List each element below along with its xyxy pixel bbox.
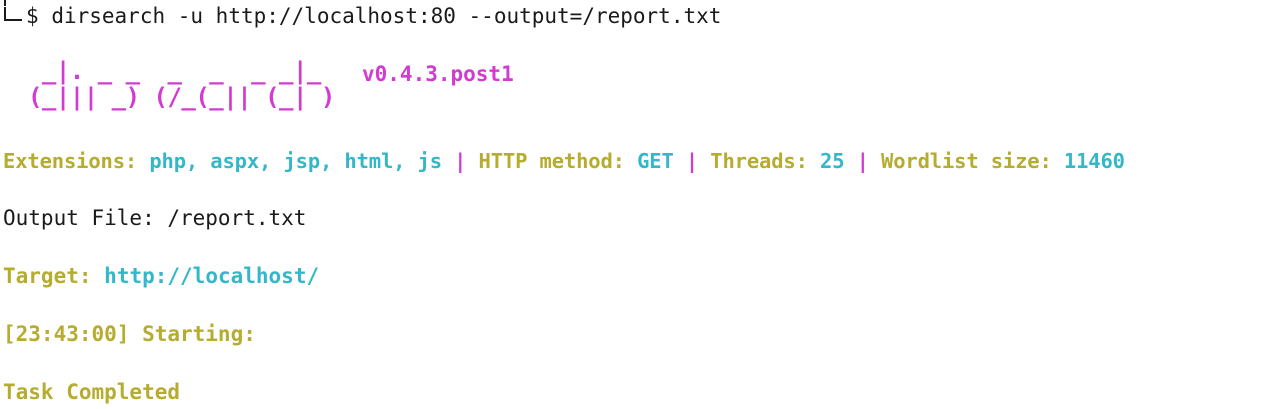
- command-line: $ dirsearch -u http://localhost:80 --out…: [4, 4, 721, 28]
- prompt-corner-icon: [4, 7, 22, 21]
- dirsearch-ascii-logo: _|. _ _ _ _ _ _|_ (_||| _) (/_(_|| (_| ): [27, 57, 335, 111]
- terminal-window[interactable]: $ dirsearch -u http://localhost:80 --out…: [0, 0, 1280, 409]
- threads-label: Threads:: [710, 149, 808, 173]
- extensions-value: php, aspx, jsp, html, js: [149, 149, 442, 173]
- config-line: Extensions: php, aspx, jsp, html, js | H…: [3, 149, 1125, 173]
- command-text: dirsearch -u http://localhost:80 --outpu…: [51, 4, 722, 28]
- target-line: Target: http://localhost/: [3, 264, 319, 288]
- target-url: http://localhost/: [104, 264, 320, 288]
- task-completed-line: Task Completed: [3, 380, 181, 404]
- threads-value: 25: [820, 149, 845, 173]
- output-file-line: Output File: /report.txt: [3, 206, 307, 230]
- method-label: HTTP method:: [478, 149, 625, 173]
- prompt-symbol: $: [26, 4, 39, 28]
- method-value: GET: [637, 149, 674, 173]
- target-label: Target:: [3, 264, 92, 288]
- wordlist-label: Wordlist size:: [881, 149, 1052, 173]
- separator: |: [685, 149, 699, 173]
- extensions-label: Extensions:: [3, 149, 138, 173]
- starting-line: [23:43:00] Starting:: [3, 322, 256, 346]
- wordlist-value: 11460: [1063, 149, 1125, 173]
- version-label: v0.4.3.post1: [362, 62, 514, 86]
- separator: |: [454, 149, 467, 173]
- separator: |: [856, 149, 869, 173]
